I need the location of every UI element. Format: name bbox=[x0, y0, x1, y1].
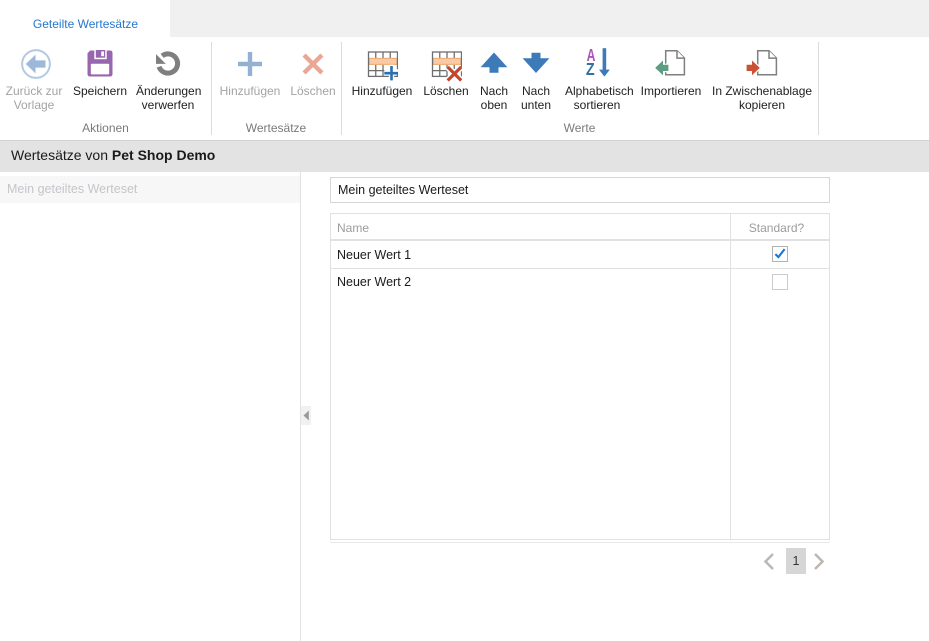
svg-text:Z: Z bbox=[586, 59, 595, 79]
